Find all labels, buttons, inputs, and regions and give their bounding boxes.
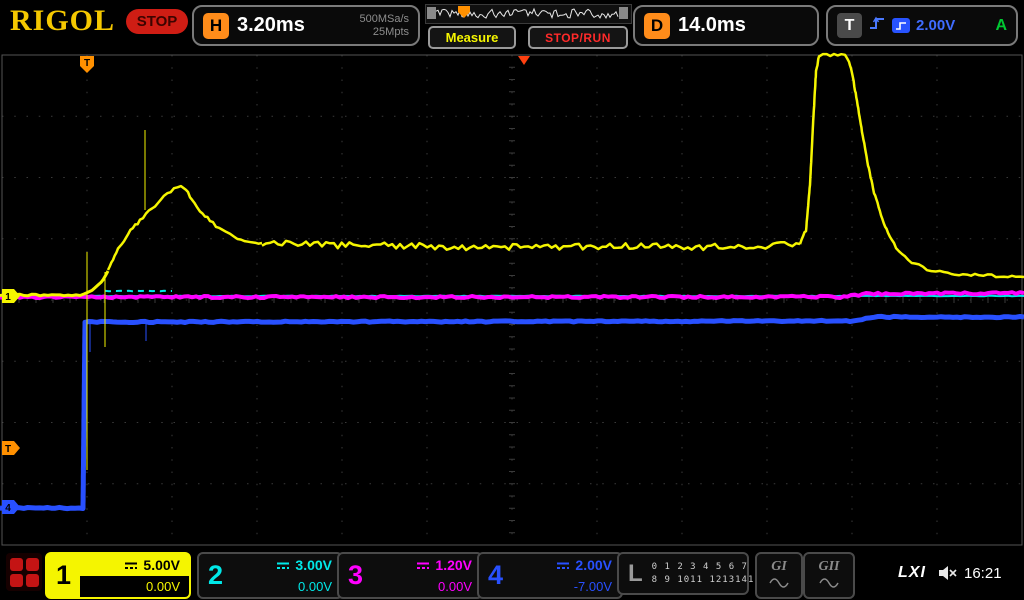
- stop-run-button[interactable]: STOP/RUN: [528, 26, 628, 49]
- trigger-settings-box[interactable]: T 2.00V A: [826, 5, 1018, 46]
- horizontal-icon: H: [203, 13, 229, 39]
- coupling-dc-icon: [124, 557, 138, 573]
- memory-waveform-preview: [426, 5, 629, 21]
- trigger-source-icon: [892, 18, 910, 33]
- bottom-bar: 1 5.00V 0.00V 2 3.00V 0.00V 3 1.20V 0.00…: [0, 548, 1024, 600]
- horizontal-settings-box[interactable]: H 3.20ms 500MSa/s 25Mpts: [192, 5, 420, 46]
- lxi-logo: LXI: [898, 564, 926, 582]
- rigol-logo: RIGOL: [10, 4, 115, 38]
- menu-icon[interactable]: [6, 553, 42, 591]
- trigger-sweep-mode: A: [995, 17, 1007, 35]
- delay-value: 14.0ms: [678, 14, 746, 37]
- speaker-muted-icon: [938, 565, 958, 586]
- logic-analyzer-label: L: [628, 560, 643, 588]
- scope-display[interactable]: T 1 T 4: [0, 52, 1024, 548]
- logic-analyzer-status[interactable]: L 0 1 2 3 4 5 6 7 8 9 1011 12131415: [617, 552, 749, 595]
- channel-1-scale: 5.00V: [143, 557, 180, 573]
- acquisition-status-badge: STOP: [126, 9, 188, 34]
- channel-1-number: 1: [47, 554, 80, 597]
- logic-channel-digits: 0 1 2 3 4 5 6 7 8 9 1011 12131415: [652, 562, 761, 585]
- svg-text:1: 1: [5, 292, 11, 303]
- coupling-dc-icon: [416, 557, 430, 573]
- delay-icon: D: [644, 13, 670, 39]
- svg-text:4: 4: [5, 503, 11, 514]
- channel-2-scale: 3.00V: [295, 557, 332, 573]
- source-1-status[interactable]: GI: [755, 552, 803, 599]
- memory-position-strip[interactable]: [425, 4, 632, 24]
- trigger-icon: T: [837, 13, 862, 38]
- coupling-dc-icon: [556, 557, 570, 573]
- acquisition-info: 500MSa/s 25Mpts: [359, 13, 409, 39]
- channel-4-status[interactable]: 4 2.00V -7.00V: [477, 552, 623, 599]
- channel-3-offset: 0.00V: [372, 576, 481, 598]
- clock: 16:21: [964, 565, 1002, 582]
- channel-2-offset: 0.00V: [232, 576, 341, 598]
- sample-rate: 500MSa/s: [359, 13, 409, 26]
- measure-button[interactable]: Measure: [428, 26, 516, 49]
- svg-text:T: T: [84, 58, 90, 69]
- channel-3-number: 3: [339, 554, 372, 597]
- trigger-level-value: 2.00V: [916, 17, 955, 34]
- sine-wave-icon: [769, 575, 789, 593]
- trigger-slope-icon: [868, 14, 886, 37]
- channel-1-offset: 0.00V: [80, 576, 189, 598]
- channel-4-scale: 2.00V: [575, 557, 612, 573]
- channel-3-scale: 1.20V: [435, 557, 472, 573]
- channel-2-status[interactable]: 2 3.00V 0.00V: [197, 552, 343, 599]
- channel-1-status[interactable]: 1 5.00V 0.00V: [45, 552, 191, 599]
- svg-text:T: T: [5, 444, 11, 455]
- memory-depth: 25Mpts: [373, 26, 409, 39]
- channel-2-number: 2: [199, 554, 232, 597]
- delay-settings-box[interactable]: D 14.0ms: [633, 5, 819, 46]
- top-bar: RIGOL STOP H 3.20ms 500MSa/s 25Mpts Meas…: [0, 0, 1024, 52]
- sine-wave-icon: [819, 575, 839, 593]
- coupling-dc-icon: [276, 557, 290, 573]
- timebase-value: 3.20ms: [237, 14, 305, 37]
- channel-3-status[interactable]: 3 1.20V 0.00V: [337, 552, 483, 599]
- source-2-status[interactable]: GII: [803, 552, 855, 599]
- channel-4-number: 4: [479, 554, 512, 597]
- channel-4-offset: -7.00V: [512, 576, 621, 598]
